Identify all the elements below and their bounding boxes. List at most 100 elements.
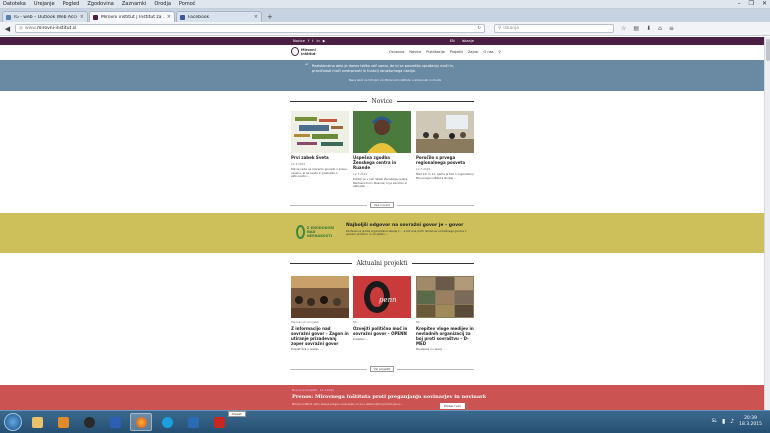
project-excerpt: Povezava in razvoj ... (416, 347, 446, 351)
menu-view[interactable]: Pogled (63, 1, 80, 7)
menu-file[interactable]: Datoteka (3, 1, 26, 7)
news-title[interactable]: Uspešna zgodba Ženskega centra in Ruande (353, 155, 411, 170)
clock[interactable]: 20:39 18.3.2015 (739, 416, 762, 428)
download-icon[interactable]: ⬇ (646, 25, 651, 32)
linkedin-icon[interactable]: in (317, 39, 320, 43)
featured-text: Konferenca je bila organizirana skupaj z… (346, 229, 467, 237)
bookmarks-icon[interactable]: ▤ (633, 25, 639, 32)
taskbar-acrobat[interactable] (208, 413, 230, 431)
home-icon[interactable]: ⌂ (658, 25, 662, 32)
taskbar-media[interactable] (52, 413, 74, 431)
divider (290, 262, 353, 264)
maximize-button[interactable]: ❐ (749, 0, 754, 7)
nav-item[interactable]: Zapisi (468, 50, 479, 54)
nav-search-icon[interactable]: ⚲ (499, 50, 502, 54)
news-title[interactable]: Poročilo s prvega regionalnega posveta (416, 155, 474, 165)
volume-icon[interactable]: ♪ (730, 418, 734, 425)
language-indicator[interactable]: SL (712, 419, 717, 424)
taskbar-firefox[interactable] (130, 413, 152, 431)
outlook-favicon-icon (6, 14, 11, 20)
menu-tools[interactable]: Orodja (154, 1, 171, 7)
site-top-strip: Novice f t in ▶ EN Iskanje (0, 37, 764, 45)
project-title[interactable]: Z informacijo nad sovražni govor – Zagon… (291, 326, 349, 346)
collage-image-icon (416, 276, 474, 318)
news-title[interactable]: Prvi zabek Sveta (291, 155, 349, 160)
news-card[interactable]: Prvi zabek Sveta 12.3.2015 Kot se rada n… (291, 111, 349, 179)
divider (397, 204, 475, 206)
close-tab-icon[interactable]: × (254, 14, 258, 20)
tab-mirovni[interactable]: Mirovni inštitut | Inštitut za … × (89, 11, 175, 22)
back-icon[interactable]: ◀ (3, 25, 12, 33)
meeting-image-icon (416, 111, 474, 153)
tab-facebook[interactable]: Facebook × (176, 11, 262, 22)
news-date: 12.3.2015 (353, 172, 368, 176)
featured-title[interactable]: Najboljši odgovor na sovražni govor je –… (346, 223, 463, 228)
network-icon[interactable]: ▮ (722, 418, 725, 425)
star-icon[interactable]: ☆ (621, 25, 626, 32)
nav-item[interactable]: Novice (409, 50, 421, 54)
menu-help[interactable]: Pomoč (179, 1, 196, 7)
menu-history[interactable]: Zgodovina (87, 1, 113, 7)
menu-edit[interactable]: Urejanje (34, 1, 55, 7)
nav-item[interactable]: O nas (483, 50, 493, 54)
read-more-button[interactable]: Preberi več (440, 403, 465, 409)
tab-outlook[interactable]: IG - web – Outlook Web Access … × (2, 11, 88, 22)
all-news-button[interactable]: Vse novice (369, 202, 395, 208)
address-bar[interactable]: ◎ www. mirovni-institut.si ↻ (15, 24, 485, 33)
twitter-icon[interactable]: t (312, 39, 313, 43)
acrobat-icon (213, 416, 225, 428)
site-logo[interactable]: Mirovni inštitut (291, 47, 325, 56)
nav-item[interactable]: Publikacije (426, 50, 445, 54)
news-card[interactable]: Uspešna zgodba Ženskega centra in Ruande… (353, 111, 411, 189)
news-date: 12.3.2015 (416, 167, 431, 171)
minimize-button[interactable]: – (738, 0, 741, 7)
taskbar-app[interactable] (78, 413, 100, 431)
search-input[interactable]: ⚲ Iskanje (494, 24, 614, 33)
facebook-icon[interactable]: f (308, 39, 309, 43)
start-button-icon[interactable] (4, 413, 22, 431)
press-meta: Novice iz projekta · 12.3.2015 (292, 388, 334, 392)
site-header: Mirovni inštitut Osnovno Novice Publikac… (0, 45, 764, 60)
menu-icon[interactable]: ≡ (669, 25, 674, 32)
new-tab-button[interactable]: + (267, 13, 273, 21)
press-title[interactable]: Prenos: Mirovnega inštituta proti pregan… (292, 394, 486, 400)
url-prefix: www. (24, 26, 37, 31)
language-link[interactable]: EN (450, 39, 455, 43)
reload-icon[interactable]: ↻ (477, 26, 481, 31)
outlook-icon (187, 416, 199, 428)
project-title[interactable]: Ozvejiti politično moč in sovražni govor… (353, 326, 411, 336)
youtube-icon[interactable]: ▶ (323, 39, 326, 43)
news-excerpt: Kot se rada ne moremo govoriti o pravu, … (291, 167, 348, 179)
menu-bookmarks[interactable]: Zaznamki (122, 1, 147, 7)
news-card[interactable]: Poročilo s prvega regionalnega posveta 1… (416, 111, 474, 180)
taskbar-skype[interactable] (156, 413, 178, 431)
chat-tab[interactable]: Klepet (228, 411, 246, 417)
taskbar-outlook[interactable] (182, 413, 204, 431)
close-tab-icon[interactable]: × (167, 14, 171, 20)
tab-title: Mirovni inštitut | Inštitut za … (101, 14, 164, 20)
taskbar-explorer[interactable] (26, 413, 48, 431)
word-icon (109, 416, 121, 428)
page-scrollbar[interactable] (764, 37, 770, 410)
scrollbar-thumb[interactable] (766, 39, 770, 61)
top-news-link[interactable]: Novice (293, 39, 305, 43)
featured-logo[interactable]: Z ENODOKORI NAD NEENAKOSTI (296, 221, 341, 243)
project-card[interactable]: penn Mir Ozvejiti politično moč in sovra… (353, 276, 411, 342)
divider (290, 100, 368, 102)
taskbar-word[interactable] (104, 413, 126, 431)
projects-heading: Aktualni projekti (290, 259, 475, 267)
banner-attribution[interactable]: Nana Jokić za Vrhnjim pri Mirovnem inšti… (330, 78, 460, 82)
tab-title: IG - web – Outlook Web Access … (14, 14, 77, 20)
logo-mark-icon (291, 47, 299, 56)
top-search-link[interactable]: Iskanje (462, 39, 474, 43)
close-tab-icon[interactable]: × (80, 14, 84, 20)
close-window-button[interactable]: ✕ (762, 0, 767, 7)
project-title[interactable]: Krepitev vloge medijev in nevladnih orga… (416, 326, 474, 346)
all-projects-button[interactable]: Vsi projekti (369, 366, 395, 372)
wordcloud-image-icon (294, 117, 343, 146)
project-card[interactable]: Mir Krepitev vloge medijev in nevladnih … (416, 276, 474, 352)
project-card[interactable]: Mednarodni projekti Z informacijo nad so… (291, 276, 349, 352)
nav-item[interactable]: Projekti (450, 50, 463, 54)
project-category: Mir (353, 320, 358, 324)
nav-item[interactable]: Osnovno (389, 50, 404, 54)
